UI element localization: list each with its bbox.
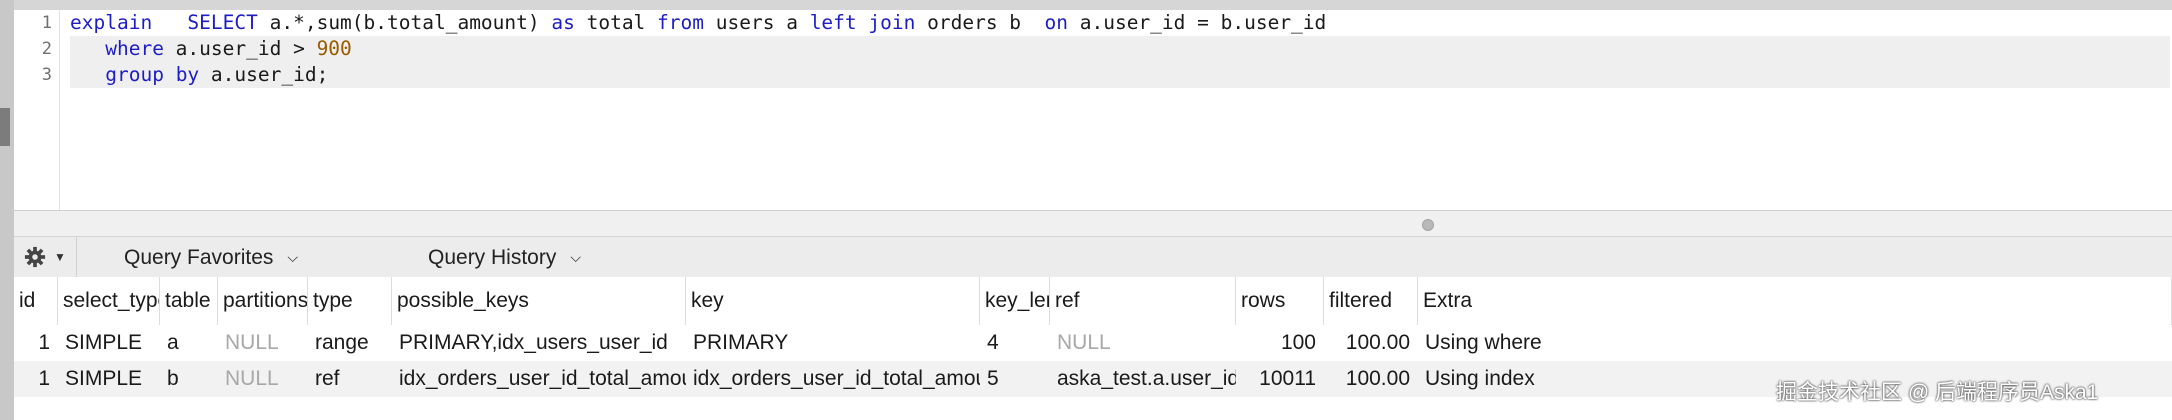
- table-row[interactable]: 1 SIMPLE a NULL range PRIMARY,idx_users_user_…: [14, 325, 2172, 361]
- table-cell-table: b: [167, 367, 179, 390]
- table-cell-key: PRIMARY: [693, 331, 789, 354]
- table-header: id select_type table partitions type possible…: [14, 277, 2172, 326]
- line-number-gutter: 1 2 3: [14, 10, 60, 210]
- column-header-filtered[interactable]: filtered: [1324, 277, 1418, 325]
- table-cell-possible-keys: PRIMARY,idx_users_user_id: [399, 331, 668, 354]
- table-cell-filtered: 100.00: [1345, 367, 1410, 390]
- sql-text: a.user_id;: [199, 63, 329, 86]
- table-cell-rows: 10011: [1259, 367, 1316, 390]
- column-header-id[interactable]: id: [14, 277, 58, 325]
- sql-keyword: as: [551, 11, 575, 34]
- table-cell-type: range: [315, 331, 369, 354]
- sql-keyword: SELECT: [187, 11, 258, 34]
- column-header-ref[interactable]: ref: [1050, 277, 1236, 325]
- table-cell-key-len: 4: [987, 331, 999, 354]
- sql-text: a.user_id = b.user_id: [1068, 11, 1327, 34]
- code-line[interactable]: where a.user_id > 900: [70, 36, 2170, 62]
- table-cell-ref: NULL: [1057, 331, 1111, 354]
- pane-splitter[interactable]: [14, 210, 2172, 237]
- watermark: 掘金技术社区 @ 后端程序员Aska1: [1776, 381, 2099, 404]
- table-cell-key: idx_orders_user_id_total_amount: [693, 367, 980, 390]
- table-cell-id: 1: [38, 367, 50, 390]
- line-number: 2: [41, 39, 52, 59]
- left-edge-bar: [0, 0, 14, 420]
- code-line[interactable]: explain SELECT a.*,sum(b.total_amount) a…: [70, 10, 1326, 36]
- query-history-label: Query History: [428, 246, 557, 269]
- results-toolbar: ▼ Query Favorites ⌵ Query History ⌵: [14, 236, 2172, 278]
- sql-keyword: by: [175, 63, 200, 86]
- gear-icon: [24, 246, 46, 268]
- line-number: 3: [41, 65, 52, 85]
- sql-number: 900: [316, 37, 352, 60]
- code-line[interactable]: group by a.user_id;: [70, 62, 2170, 88]
- line-number: 1: [41, 13, 52, 33]
- table-cell-type: ref: [315, 367, 340, 390]
- chevron-down-icon: ⌵: [570, 249, 581, 265]
- sql-text: total: [574, 11, 658, 34]
- column-header-key[interactable]: key: [686, 277, 980, 325]
- column-header-type[interactable]: type: [308, 277, 392, 325]
- gear-menu-button[interactable]: ▼: [24, 242, 74, 272]
- query-history-button[interactable]: Query History ⌵: [428, 243, 581, 271]
- table-cell-key-len: 5: [987, 367, 999, 390]
- table-cell-filtered: 100.00: [1345, 331, 1410, 354]
- table-cell-rows: 100: [1280, 331, 1316, 354]
- table-cell-table: a: [167, 331, 179, 354]
- chevron-down-icon: ⌵: [287, 249, 299, 265]
- table-cell-select-type: SIMPLE: [65, 367, 143, 390]
- table-cell-select-type: SIMPLE: [65, 331, 143, 354]
- table-cell-extra: Using where: [1425, 331, 1542, 354]
- table-cell-id: 1: [38, 331, 50, 354]
- sql-keyword: left: [809, 11, 857, 34]
- sql-text: orders b: [915, 11, 1045, 34]
- table-cell-partitions: NULL: [225, 367, 279, 390]
- table-cell-possible-keys: idx_orders_user_id_total_amount: [399, 367, 686, 390]
- query-favorites-label: Query Favorites: [124, 246, 274, 269]
- query-editor[interactable]: 1 2 3 explain SELECT a.*,sum(b.total_amo…: [14, 10, 2172, 210]
- column-header-extra[interactable]: Extra: [1418, 277, 2172, 325]
- sql-text: a.user_id >: [163, 37, 317, 60]
- left-edge-scroll-mark[interactable]: [0, 108, 10, 146]
- sql-keyword: join: [868, 11, 916, 34]
- column-header-table[interactable]: table: [160, 277, 218, 325]
- sql-keyword: where: [105, 37, 164, 60]
- column-header-select-type[interactable]: select_type: [58, 277, 160, 325]
- window-top-strip: [0, 0, 2172, 10]
- column-header-key-len[interactable]: key_len: [980, 277, 1050, 325]
- column-header-rows[interactable]: rows: [1236, 277, 1324, 325]
- sql-keyword: from: [657, 11, 705, 34]
- sql-keyword: explain: [70, 11, 153, 34]
- column-header-possible-keys[interactable]: possible_keys: [392, 277, 686, 325]
- sql-text: users a: [704, 11, 810, 34]
- table-cell-partitions: NULL: [225, 331, 279, 354]
- sql-keyword: on: [1044, 11, 1068, 34]
- chevron-down-icon: ▼: [54, 250, 66, 264]
- sql-text: a.*,sum(b.total_amount): [257, 11, 552, 34]
- table-cell-ref: aska_test.a.user_id: [1057, 367, 1236, 390]
- query-favorites-button[interactable]: Query Favorites ⌵: [124, 243, 298, 271]
- column-header-partitions[interactable]: partitions: [218, 277, 308, 325]
- toolbar-divider: [76, 237, 77, 277]
- splitter-handle[interactable]: [1422, 219, 1434, 231]
- sql-keyword: group: [105, 63, 164, 86]
